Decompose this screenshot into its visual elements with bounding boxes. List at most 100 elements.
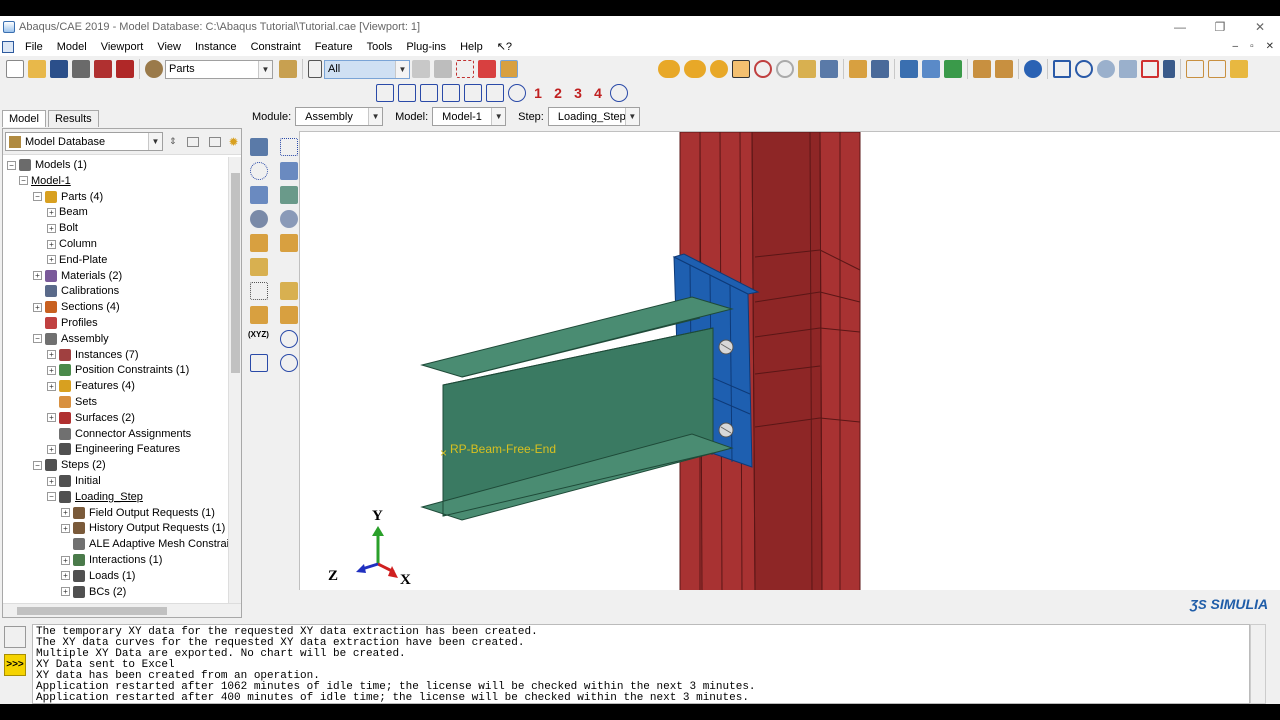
dof-2-button[interactable]: 2	[548, 85, 568, 101]
tree-item[interactable]: + End-Plate	[47, 252, 107, 268]
tree-horizontal-scrollbar[interactable]	[3, 603, 241, 617]
tree-item[interactable]: + Sections (4)	[33, 299, 120, 315]
parts-combo[interactable]: Parts ▼	[165, 59, 273, 79]
tree-item[interactable]: + Features (4)	[47, 378, 135, 394]
expand-icon[interactable]: +	[47, 365, 56, 375]
output-icon[interactable]	[116, 60, 134, 78]
tree-vertical-scrollbar[interactable]	[228, 157, 241, 605]
zsymm-icon[interactable]	[420, 84, 438, 102]
pinned-icon[interactable]	[610, 84, 628, 102]
collapse-icon[interactable]: −	[33, 334, 42, 344]
dof-3-button[interactable]: 3	[568, 85, 588, 101]
tree-item[interactable]: − Model-1	[19, 173, 71, 189]
dof-1-button[interactable]: 1	[528, 85, 548, 101]
zasymm-icon[interactable]	[486, 84, 504, 102]
expand-icon[interactable]: +	[47, 223, 56, 233]
translate-instance-icon[interactable]	[280, 162, 298, 180]
message-log[interactable]: The temporary XY data for the requested …	[32, 624, 1250, 704]
part-display-icon[interactable]	[279, 60, 297, 78]
xyz-datum-icon[interactable]: (XYZ)	[248, 330, 272, 348]
iso-view-icon[interactable]	[1186, 60, 1204, 78]
menu-file[interactable]: File	[18, 38, 50, 56]
step-combo[interactable]: Loading_Step ▼	[547, 107, 640, 126]
face-to-face-icon[interactable]	[250, 234, 268, 252]
auto-fit-icon[interactable]	[1141, 60, 1159, 78]
info-icon[interactable]	[1024, 60, 1042, 78]
tree-item[interactable]: − Parts (4)	[33, 189, 103, 205]
expand-icon[interactable]: +	[47, 444, 56, 454]
collapse-icon[interactable]: −	[33, 192, 42, 202]
tree-item[interactable]: Connector Assignments	[47, 426, 191, 442]
menu-constraint[interactable]: Constraint	[244, 38, 308, 56]
redo-icon[interactable]	[776, 60, 794, 78]
rotate-icon[interactable]	[1075, 60, 1093, 78]
model-combo[interactable]: Model-1 ▼	[432, 107, 507, 126]
menu-help[interactable]: Help	[453, 38, 490, 56]
query-cursor-icon[interactable]	[732, 60, 750, 78]
menu-viewport[interactable]: Viewport	[94, 38, 151, 56]
tree-item[interactable]: ALE Adaptive Mesh Constraints	[61, 536, 229, 552]
instance-part-icon[interactable]	[250, 138, 268, 156]
datum-axis-icon[interactable]	[280, 330, 298, 348]
tree-item[interactable]: − Models (1)	[7, 157, 87, 173]
expand-icon[interactable]: +	[47, 239, 56, 249]
tree-item[interactable]: + Initial	[47, 473, 101, 489]
encastre-icon[interactable]	[508, 84, 526, 102]
pan-icon[interactable]	[1053, 60, 1071, 78]
sort-icon[interactable]: ⇕	[169, 136, 177, 147]
tree-item[interactable]: + Column	[47, 236, 97, 252]
print-icon[interactable]	[72, 60, 90, 78]
model-canvas[interactable]: × RP-Beam-Free-End Y Z X	[300, 132, 1280, 590]
chevron-down-icon[interactable]: ▼	[395, 60, 409, 78]
menu-model[interactable]: Model	[50, 38, 94, 56]
tab-results[interactable]: Results	[47, 110, 99, 127]
drag-shape-icon[interactable]	[456, 60, 474, 78]
zoom-icon[interactable]	[1097, 60, 1115, 78]
chevron-down-icon[interactable]: ▼	[148, 133, 162, 150]
tree-item[interactable]: + Engineering Features	[47, 441, 180, 457]
expand-icon[interactable]: +	[47, 207, 56, 217]
expand-icon[interactable]: +	[33, 302, 42, 312]
menu-view[interactable]: View	[150, 38, 188, 56]
expand-icon[interactable]: +	[47, 476, 56, 486]
mesh-display-icon[interactable]	[922, 60, 940, 78]
expand-icon[interactable]: +	[33, 271, 42, 281]
shaded-icon[interactable]	[710, 60, 728, 78]
render-hidden-icon[interactable]	[684, 60, 706, 78]
select-cursor-icon[interactable]	[308, 60, 322, 78]
expand-icon[interactable]: +	[61, 508, 70, 518]
tree-item[interactable]: + Loads (1)	[61, 568, 135, 584]
tree-item[interactable]: + Position Constraints (1)	[47, 362, 189, 378]
expand-icon[interactable]: +	[47, 350, 56, 360]
ysymm-icon[interactable]	[398, 84, 416, 102]
render-style-icon[interactable]	[658, 60, 680, 78]
scrollbar-thumb[interactable]	[17, 607, 167, 615]
table-icon[interactable]	[871, 60, 889, 78]
datum-csys-icon[interactable]	[280, 306, 298, 324]
datum-plane-icon[interactable]	[250, 306, 268, 324]
expand-icon[interactable]: +	[61, 587, 70, 597]
message-area-button[interactable]	[4, 626, 26, 648]
tree-item[interactable]: Profiles	[33, 315, 98, 331]
tree-database-combo[interactable]: Model Database ▼	[5, 132, 163, 151]
chevron-down-icon[interactable]: ▼	[258, 60, 272, 78]
datum-icon[interactable]	[849, 60, 867, 78]
selection-mode-icon[interactable]	[478, 60, 496, 78]
tree-item[interactable]: + Interactions (1)	[61, 552, 162, 568]
expand-icon[interactable]: +	[61, 523, 70, 533]
3d-view-icon[interactable]	[1230, 60, 1248, 78]
menu-feature[interactable]: Feature	[308, 38, 360, 56]
calculator-icon[interactable]	[820, 60, 838, 78]
collapse-icon[interactable]: −	[19, 176, 28, 186]
tree-item[interactable]: + History Output Requests (1)	[61, 520, 225, 536]
tree-item[interactable]: + Surfaces (2)	[47, 410, 135, 426]
cycle-views-icon[interactable]	[1163, 60, 1175, 78]
collapse-icon[interactable]: −	[33, 460, 42, 470]
tree-filter-icon[interactable]	[186, 136, 199, 147]
expand-icon[interactable]: +	[47, 413, 56, 423]
radial-pattern-icon[interactable]	[250, 162, 268, 180]
yasymm-icon[interactable]	[464, 84, 482, 102]
xasymm-icon[interactable]	[442, 84, 460, 102]
viewport[interactable]: × RP-Beam-Free-End Y Z X	[299, 131, 1280, 590]
maximize-button[interactable]: ❐	[1200, 16, 1240, 38]
